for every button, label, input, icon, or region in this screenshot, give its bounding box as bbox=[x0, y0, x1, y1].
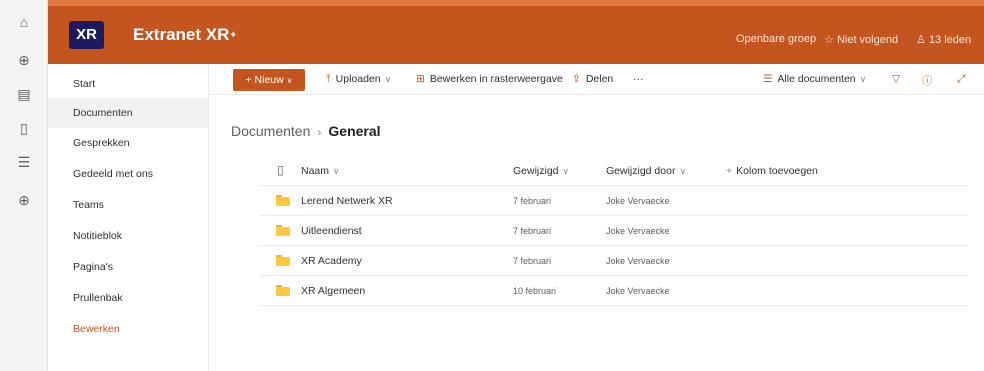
news-icon[interactable]: ▤ bbox=[14, 84, 34, 104]
new-button-label: Nieuw bbox=[254, 74, 284, 86]
chevron-right-icon: › bbox=[317, 125, 322, 139]
info-icon[interactable]: ⓘ bbox=[922, 73, 933, 88]
site-logo[interactable]: XR bbox=[69, 21, 104, 49]
left-navigation: Start Documenten Gesprekken Gedeeld met … bbox=[48, 64, 209, 371]
file-type-icon[interactable]: ▯ bbox=[277, 163, 284, 177]
grid-icon: ⊞ bbox=[416, 73, 425, 85]
table-row[interactable]: Uitleendienst 7 februari Joke Vervaecke bbox=[259, 216, 968, 246]
column-modified-by-label: Gewijzigd door bbox=[606, 165, 676, 177]
chevron-down-icon: ∨ bbox=[562, 166, 570, 176]
nav-item-paginas[interactable]: Pagina's bbox=[48, 252, 208, 282]
row-modified-by[interactable]: Joke Vervaecke bbox=[606, 226, 670, 236]
row-modified-by[interactable]: Joke Vervaecke bbox=[606, 256, 670, 266]
star-icon: ☆ bbox=[824, 34, 834, 46]
nav-item-teams[interactable]: Teams bbox=[48, 190, 208, 220]
nav-edit-link[interactable]: Bewerken bbox=[48, 314, 208, 344]
home-icon[interactable]: ⌂ bbox=[14, 12, 34, 32]
breadcrumb-current: General bbox=[328, 123, 381, 139]
command-bar: + Nieuw ∨ ⤒ Uploaden ∨ ⊞ Bewerken in raster… bbox=[209, 64, 984, 95]
row-modified: 7 februari bbox=[513, 256, 552, 266]
site-title[interactable]: Extranet XR bbox=[133, 25, 229, 45]
expand-icon[interactable]: ⤢ bbox=[957, 73, 965, 86]
chevron-down-icon: ∨ bbox=[679, 166, 687, 176]
table-header: ▯ Naam ∨ Gewijzigd ∨ Gewijzigd door ∨ + Kolo… bbox=[259, 156, 968, 186]
row-modified-by[interactable]: Joke Vervaecke bbox=[606, 196, 670, 206]
upload-icon: ⤒ bbox=[326, 73, 331, 85]
share-label: Delen bbox=[585, 73, 614, 85]
chevron-down-icon: ∨ bbox=[286, 76, 293, 85]
grid-edit-label: Bewerken in rasterweergave bbox=[429, 73, 563, 85]
nav-item-gedeeld-met-ons[interactable]: Gedeeld met ons bbox=[48, 159, 208, 189]
row-modified: 7 februari bbox=[513, 226, 552, 236]
add-column-button[interactable]: + Kolom toevoegen bbox=[726, 165, 818, 177]
members-button[interactable]: ♙ 13 leden bbox=[916, 33, 971, 46]
nav-item-notitieblok[interactable]: Notitieblok bbox=[48, 221, 208, 251]
teams-icon: ✦ bbox=[229, 30, 238, 41]
group-type-label: Openbare groep bbox=[736, 33, 817, 45]
new-button[interactable]: + Nieuw ∨ bbox=[233, 69, 305, 91]
upload-button[interactable]: ⤒ Uploaden ∨ bbox=[326, 73, 391, 86]
row-name[interactable]: XR Academy bbox=[301, 255, 362, 267]
column-name-label: Naam bbox=[301, 165, 330, 177]
app-rail: ⌂ ⊕ ▤ ▯ ☰ ⊕ bbox=[0, 0, 48, 371]
follow-label: Niet volgend bbox=[836, 34, 899, 46]
folder-icon bbox=[276, 255, 290, 266]
row-modified: 10 februari bbox=[513, 286, 557, 296]
document-icon[interactable]: ▯ bbox=[14, 118, 34, 138]
view-label: Alle documenten bbox=[777, 73, 856, 85]
breadcrumb-root[interactable]: Documenten bbox=[231, 123, 310, 139]
folder-icon bbox=[276, 225, 290, 236]
breadcrumb: Documenten › General bbox=[231, 123, 381, 139]
view-lines-icon: ☰ bbox=[763, 73, 773, 85]
share-icon: ⇪ bbox=[572, 73, 581, 85]
column-header-modified-by[interactable]: Gewijzigd door ∨ bbox=[606, 165, 686, 177]
table-row[interactable]: XR Academy 7 februari Joke Vervaecke bbox=[259, 246, 968, 276]
column-header-modified[interactable]: Gewijzigd ∨ bbox=[513, 165, 569, 177]
nav-item-start[interactable]: Start bbox=[48, 69, 208, 99]
row-name[interactable]: Lerend Netwerk XR bbox=[301, 195, 393, 207]
follow-button[interactable]: ☆ Niet volgend bbox=[824, 33, 898, 46]
filter-icon[interactable]: ▽ bbox=[892, 73, 900, 85]
nav-item-documenten[interactable]: Documenten bbox=[48, 98, 208, 128]
person-icon: ♙ bbox=[916, 34, 926, 46]
members-label: 13 leden bbox=[928, 34, 972, 46]
plus-icon: + bbox=[726, 165, 733, 177]
column-header-name[interactable]: Naam ∨ bbox=[301, 165, 340, 177]
row-modified-by[interactable]: Joke Vervaecke bbox=[606, 286, 670, 296]
table-row[interactable]: Lerend Netwerk XR 7 februari Joke Vervae… bbox=[259, 186, 968, 216]
row-modified: 7 februari bbox=[513, 196, 552, 206]
chevron-down-icon: ∨ bbox=[859, 74, 867, 84]
row-name[interactable]: XR Algemeen bbox=[301, 285, 365, 297]
chevron-down-icon: ∨ bbox=[384, 74, 392, 84]
more-button[interactable]: ··· bbox=[633, 73, 644, 85]
add-column-label: Kolom toevoegen bbox=[736, 165, 818, 177]
nav-item-prullenbak[interactable]: Prullenbak bbox=[48, 283, 208, 313]
site-header: XR Extranet XR ✦ Openbare groep ☆ Niet v… bbox=[48, 0, 984, 64]
share-button[interactable]: ⇪ Delen bbox=[572, 73, 613, 85]
column-modified-label: Gewijzigd bbox=[513, 165, 559, 177]
view-selector[interactable]: ☰ Alle documenten ∨ bbox=[763, 73, 866, 85]
folder-icon bbox=[276, 285, 290, 296]
row-name[interactable]: Uitleendienst bbox=[301, 225, 362, 237]
chevron-down-icon: ∨ bbox=[333, 166, 340, 176]
list-icon[interactable]: ☰ bbox=[14, 152, 34, 172]
table-row[interactable]: XR Algemeen 10 februari Joke Vervaecke bbox=[259, 276, 968, 306]
nav-item-gesprekken[interactable]: Gesprekken bbox=[48, 128, 208, 158]
add-icon[interactable]: ⊕ bbox=[14, 190, 34, 210]
upload-label: Uploaden bbox=[335, 73, 381, 85]
grid-edit-button[interactable]: ⊞ Bewerken in rasterweergave bbox=[416, 73, 563, 85]
plus-icon: + bbox=[245, 74, 252, 86]
folder-icon bbox=[276, 195, 290, 206]
header-top-strip bbox=[48, 0, 984, 6]
globe-icon[interactable]: ⊕ bbox=[14, 50, 34, 70]
